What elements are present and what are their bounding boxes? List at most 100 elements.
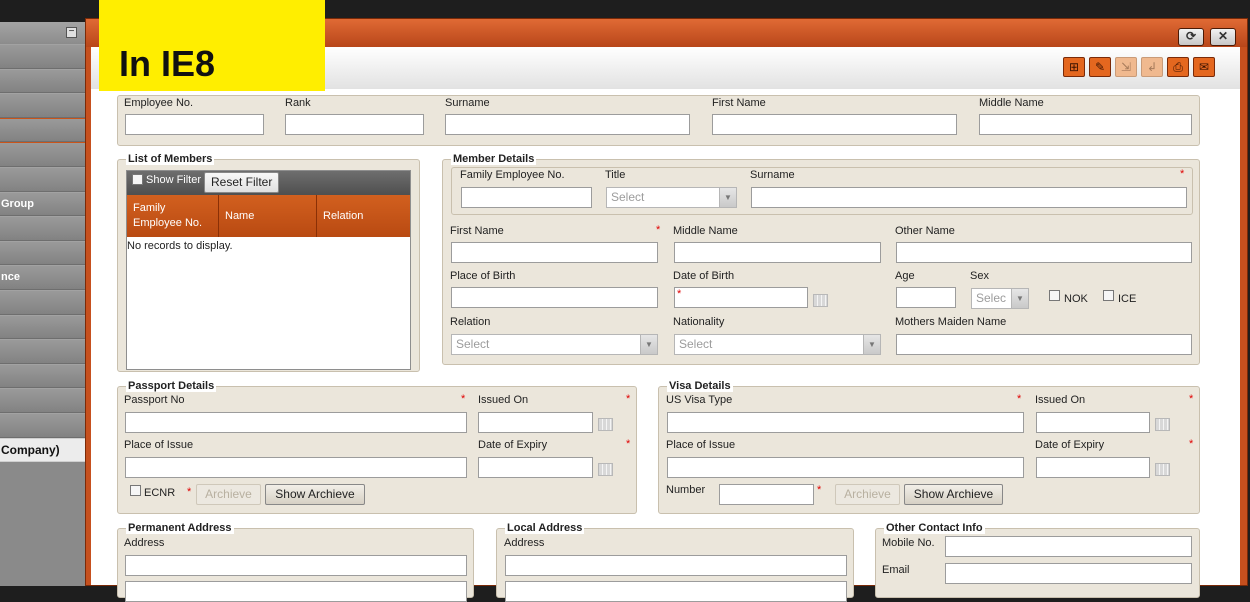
md-middle-name-input[interactable] — [674, 242, 881, 263]
passport-date-of-expiry-input[interactable] — [478, 457, 593, 478]
col-name[interactable]: Name — [219, 195, 317, 237]
member-details-subpanel: Family Employee No. Title Select ▼ Surnam… — [451, 167, 1193, 215]
md-first-name-input[interactable] — [451, 242, 658, 263]
required-mark: * — [187, 486, 192, 498]
passport-place-of-issue-input[interactable] — [125, 457, 467, 478]
visa-archive-button[interactable]: Archieve — [835, 484, 900, 505]
other-name-label: Other Name — [895, 225, 955, 237]
email-label: Email — [882, 564, 910, 576]
nok-label: NOK — [1064, 293, 1088, 305]
visa-legend: Visa Details — [667, 380, 733, 392]
visa-date-of-expiry-label: Date of Expiry — [1035, 439, 1105, 451]
calendar-icon[interactable] — [598, 463, 613, 476]
required-mark: * — [626, 438, 631, 450]
nok-checkbox[interactable] — [1049, 290, 1060, 301]
show-filter-label: Show Filter — [146, 174, 202, 186]
visa-place-of-issue-input[interactable] — [667, 457, 1024, 478]
ecnr-label: ECNR — [144, 487, 176, 499]
grid-header: Family Employee No. Name Relation — [127, 195, 410, 237]
visa-issued-on-input[interactable] — [1036, 412, 1150, 433]
employee-no-input[interactable] — [125, 114, 264, 135]
required-mark: * — [626, 393, 631, 405]
email-input[interactable] — [945, 563, 1192, 584]
visa-date-of-expiry-input[interactable] — [1036, 457, 1150, 478]
visa-number-label: Number — [666, 484, 706, 496]
local-address-line1[interactable] — [505, 555, 847, 576]
other-name-input[interactable] — [896, 242, 1192, 263]
grid-toolbar: Show Filter Reset Filter — [127, 171, 410, 195]
chevron-down-icon[interactable]: ▼ — [863, 335, 880, 354]
us-visa-type-input[interactable] — [667, 412, 1024, 433]
rank-label: Rank — [285, 97, 311, 109]
rank-input[interactable] — [285, 114, 424, 135]
date-of-birth-label: Date of Birth — [673, 270, 735, 282]
member-details-panel: Member Details Family Employee No. Title… — [442, 154, 1200, 365]
first-name-label: First Name — [712, 97, 766, 109]
ice-checkbox[interactable] — [1103, 290, 1114, 301]
member-details-legend: Member Details — [451, 153, 537, 165]
nationality-label: Nationality — [673, 316, 725, 328]
permanent-address-line2[interactable] — [125, 581, 467, 602]
col-family-employee-no[interactable]: Family Employee No. — [127, 195, 219, 237]
place-of-birth-input[interactable] — [451, 287, 658, 308]
permanent-address-line1[interactable] — [125, 555, 467, 576]
permanent-address-label: Address — [124, 537, 165, 549]
show-filter-checkbox[interactable] — [132, 174, 143, 185]
required-mark: * — [1017, 393, 1022, 405]
relation-select[interactable]: Select ▼ — [451, 334, 658, 355]
passport-issued-on-input[interactable] — [478, 412, 593, 433]
col-relation[interactable]: Relation — [317, 195, 412, 237]
middle-name-label: Middle Name — [979, 97, 1044, 109]
date-of-birth-input[interactable] — [674, 287, 808, 308]
md-surname-input[interactable] — [751, 187, 1187, 208]
ie8-banner: In IE8 — [99, 0, 325, 91]
members-panel: List of Members Show Filter Reset Filter… — [117, 154, 420, 372]
place-of-birth-label: Place of Birth — [450, 270, 516, 282]
required-mark: * — [1189, 393, 1194, 405]
local-address-panel: Local Address Address — [496, 523, 854, 602]
ecnr-checkbox[interactable] — [130, 485, 141, 496]
visa-panel: Visa Details US Visa Type * Issued On * … — [658, 381, 1200, 514]
visa-number-input[interactable] — [719, 484, 814, 505]
calendar-icon[interactable] — [598, 418, 613, 431]
chevron-down-icon[interactable]: ▼ — [719, 188, 736, 207]
surname-input[interactable] — [445, 114, 690, 135]
reset-filter-button[interactable]: Reset Filter — [204, 172, 280, 193]
required-mark: * — [461, 393, 466, 405]
required-mark: * — [1180, 168, 1185, 180]
family-employee-no-input[interactable] — [461, 187, 592, 208]
employee-panel: Employee No. Rank Surname First Name Mid… — [117, 95, 1200, 146]
chevron-down-icon[interactable]: ▼ — [1011, 289, 1028, 308]
passport-issued-on-label: Issued On — [478, 394, 529, 406]
passport-no-input[interactable] — [125, 412, 467, 433]
mobile-no-input[interactable] — [945, 536, 1192, 557]
visa-show-archive-button[interactable]: Show Archieve — [904, 484, 1003, 505]
md-first-name-label: First Name — [450, 225, 504, 237]
calendar-icon[interactable] — [1155, 463, 1170, 476]
nationality-select[interactable]: Select ▼ — [674, 334, 881, 355]
passport-show-archive-button[interactable]: Show Archieve — [265, 484, 365, 505]
permanent-address-legend: Permanent Address — [126, 522, 234, 534]
passport-place-of-issue-label: Place of Issue — [124, 439, 194, 451]
mothers-maiden-name-label: Mothers Maiden Name — [895, 316, 1007, 328]
required-mark: * — [656, 224, 661, 236]
calendar-icon[interactable] — [813, 294, 828, 307]
chevron-down-icon[interactable]: ▼ — [640, 335, 657, 354]
required-mark: * — [1189, 438, 1194, 450]
employee-no-label: Employee No. — [124, 97, 194, 109]
title-select[interactable]: Select ▼ — [606, 187, 737, 208]
surname-label: Surname — [445, 97, 490, 109]
visa-issued-on-label: Issued On — [1035, 394, 1086, 406]
age-input[interactable] — [896, 287, 956, 308]
passport-archive-button[interactable]: Archieve — [196, 484, 261, 505]
permanent-address-panel: Permanent Address Address — [117, 523, 474, 602]
calendar-icon[interactable] — [1155, 418, 1170, 431]
mothers-maiden-name-input[interactable] — [896, 334, 1192, 355]
first-name-input[interactable] — [712, 114, 957, 135]
members-legend: List of Members — [126, 153, 215, 165]
local-address-line2[interactable] — [505, 581, 847, 602]
ice-label: ICE — [1118, 293, 1137, 305]
sex-select[interactable]: Selec ▼ — [971, 288, 1029, 309]
local-address-legend: Local Address — [505, 522, 585, 534]
middle-name-input[interactable] — [979, 114, 1192, 135]
